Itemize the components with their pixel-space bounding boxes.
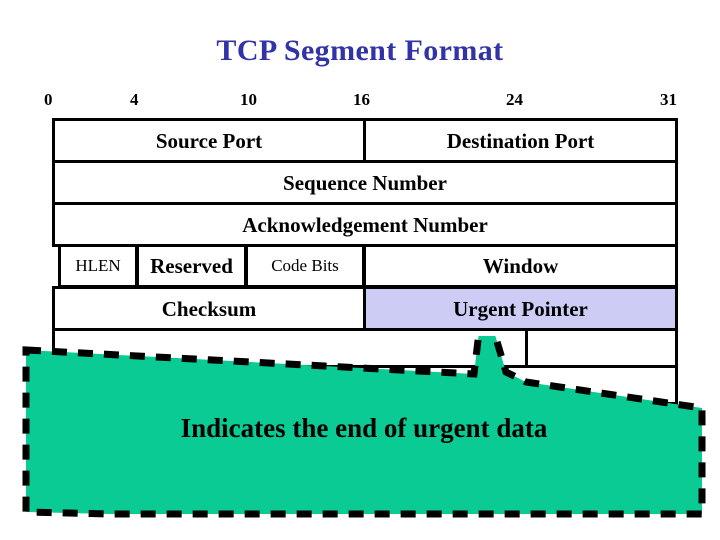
field-hlen: HLEN xyxy=(58,244,138,288)
slide-canvas: TCP Segment Format 0 4 10 16 24 31 Sourc… xyxy=(0,0,720,540)
bit-tick-16: 16 xyxy=(353,90,370,109)
field-urgent-pointer: Urgent Pointer xyxy=(363,286,678,331)
bit-tick-0: 0 xyxy=(44,90,53,109)
field-reserved: Reserved xyxy=(136,244,247,288)
page-title: TCP Segment Format xyxy=(216,34,504,67)
bit-tick-24: 24 xyxy=(506,90,523,109)
field-sequence-number: Sequence Number xyxy=(52,160,678,205)
callout-balloon xyxy=(22,336,706,518)
field-destination-port: Destination Port xyxy=(363,118,678,163)
field-checksum: Checksum xyxy=(52,286,366,331)
urgent-pointer-callout: Indicates the end of urgent data xyxy=(14,336,714,531)
bit-tick-10: 10 xyxy=(240,90,257,109)
bit-position-ruler: 0 4 10 16 24 31 xyxy=(0,90,720,114)
field-source-port: Source Port xyxy=(52,118,366,163)
callout-shape xyxy=(22,336,706,518)
bit-tick-31: 31 xyxy=(660,90,677,109)
field-window: Window xyxy=(363,244,678,288)
field-acknowledgement-number: Acknowledgement Number xyxy=(52,202,678,247)
field-code-bits: Code Bits xyxy=(245,244,365,288)
bit-tick-4: 4 xyxy=(130,90,139,109)
